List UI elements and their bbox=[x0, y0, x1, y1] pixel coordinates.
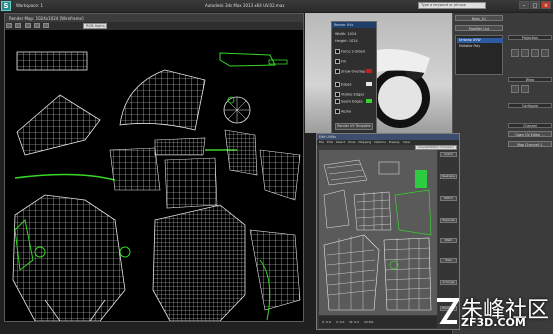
render-window-title: Render Map: 1024x1024 [Wireframe] bbox=[9, 16, 84, 21]
stack-item-unwrap[interactable]: Unwrap UVW bbox=[457, 38, 503, 43]
edges-checkbox[interactable]: Edges bbox=[335, 82, 352, 87]
peel-rollout[interactable]: Peel bbox=[440, 258, 457, 263]
workspace-selector[interactable]: Workspace: 1 bbox=[16, 3, 43, 8]
clear-button[interactable] bbox=[43, 23, 50, 28]
u-coordinate-field[interactable]: U: 0.0 bbox=[322, 320, 331, 324]
maximize-button[interactable]: □ bbox=[530, 1, 540, 9]
channel-dropdown[interactable]: RGB Alpha bbox=[83, 23, 107, 29]
show-overlap-checkbox[interactable]: Show Overlap bbox=[335, 69, 365, 74]
edge-color-swatch[interactable] bbox=[366, 82, 372, 86]
save-image-button[interactable] bbox=[6, 23, 12, 28]
menu-view[interactable]: View bbox=[403, 140, 410, 144]
dialog-titlebar: Render UVs bbox=[332, 22, 376, 28]
seam-color-swatch[interactable] bbox=[366, 99, 372, 103]
explode-rollout[interactable]: Explode bbox=[440, 218, 457, 223]
dialog-title: Render UVs bbox=[334, 23, 354, 27]
projection-planar-button[interactable] bbox=[511, 49, 519, 57]
fill-checkbox[interactable]: Fill bbox=[335, 59, 346, 64]
modifier-stack[interactable]: Unwrap UVW Editable Poly bbox=[455, 35, 503, 75]
uv-wireframe-render bbox=[12, 51, 301, 321]
clone-window-button[interactable] bbox=[24, 23, 31, 28]
visible-edges-checkbox[interactable]: Visible Edges bbox=[335, 92, 364, 97]
projection-cylindrical-button[interactable] bbox=[521, 49, 529, 57]
render-window-titlebar: Render Map: 1024x1024 [Wireframe] bbox=[5, 14, 303, 22]
minimize-button[interactable]: – bbox=[519, 1, 529, 9]
render-uvs-dialog[interactable]: Render UVs Width: 1024 Height: 1024 Forc… bbox=[331, 21, 377, 135]
menu-display[interactable]: Display bbox=[389, 140, 400, 144]
command-panel[interactable]: Body_01 Modifier List Unwrap UVW Editabl… bbox=[452, 13, 553, 334]
alpha-checkbox[interactable]: Alpha bbox=[335, 109, 351, 114]
rollout-wrap[interactable]: Wrap bbox=[508, 77, 552, 82]
menu-options[interactable]: Options bbox=[374, 140, 386, 144]
uv-shell bbox=[16, 51, 88, 71]
app-title-bar: S Workspace: 1 Autodesk 3ds Max 2013 x64… bbox=[0, 0, 553, 12]
force-2sided-checkbox[interactable]: Force 2-Sided bbox=[335, 49, 365, 54]
height-field[interactable]: Height: 1024 bbox=[335, 39, 358, 43]
render-map-window[interactable]: Render Map: 1024x1024 [Wireframe] RGB Al… bbox=[4, 13, 304, 322]
model-shape bbox=[365, 49, 430, 128]
watermark: 朱峰社区 ZF3D.COM bbox=[421, 292, 549, 332]
weld-rollout[interactable]: Weld bbox=[440, 238, 457, 243]
width-field[interactable]: Width: 1024 bbox=[335, 32, 356, 36]
object-name-field[interactable]: Body_01 bbox=[455, 15, 503, 21]
menu-tools[interactable]: Tools bbox=[348, 140, 355, 144]
wrap-spline-button[interactable] bbox=[511, 85, 519, 93]
uv-canvas[interactable] bbox=[319, 150, 437, 315]
open-uv-editor-button[interactable]: Open UV Editor ... bbox=[508, 131, 552, 137]
rollout-configure[interactable]: Configure bbox=[508, 103, 552, 108]
menu-file[interactable]: File bbox=[319, 140, 324, 144]
copy-image-button[interactable] bbox=[15, 23, 22, 28]
quick-transform-rollout[interactable]: Quick Transform bbox=[440, 152, 457, 157]
window-title: Autodesk 3ds Max 2013 x64 UV.02.max bbox=[205, 3, 285, 8]
print-button[interactable] bbox=[33, 23, 40, 28]
seam-edges-checkbox[interactable]: Seam Edges bbox=[335, 99, 363, 104]
uv-canvas-wireframe bbox=[323, 159, 432, 311]
app-logo-icon[interactable]: S bbox=[1, 1, 11, 11]
w-coordinate-field[interactable]: W: 0.0 bbox=[349, 320, 359, 324]
watermark-url: ZF3D.COM bbox=[461, 316, 526, 329]
projection-box-button[interactable] bbox=[541, 49, 549, 57]
id-filter-dropdown[interactable]: All IDs bbox=[364, 320, 373, 324]
search-input[interactable]: Type a keyword or phrase bbox=[418, 2, 486, 9]
uv-editor-status-bar: U: 0.0 V: 0.0 W: 0.0 All IDs bbox=[319, 316, 437, 328]
stack-item-editable-poly[interactable]: Editable Poly bbox=[457, 44, 503, 49]
rollout-channel[interactable]: Channel bbox=[508, 123, 552, 128]
reshape-elements-rollout[interactable]: Reshape Elements bbox=[440, 174, 457, 179]
uv-editor-title: Edit UVWs bbox=[319, 135, 337, 139]
v-coordinate-field[interactable]: V: 0.0 bbox=[336, 320, 345, 324]
wrap-unfold-button[interactable] bbox=[521, 85, 529, 93]
render-uv-template-button[interactable]: Render UV Template bbox=[335, 123, 373, 130]
map-channel-field[interactable]: Map Channel: 1 bbox=[508, 141, 552, 147]
menu-edit[interactable]: Edit bbox=[327, 140, 333, 144]
perspective-viewport[interactable] bbox=[305, 13, 452, 133]
arrange-elements-rollout[interactable]: Arrange Elements bbox=[440, 280, 457, 285]
uv-shell-green bbox=[219, 52, 276, 67]
z-logo-icon bbox=[437, 298, 459, 324]
close-button[interactable]: × bbox=[541, 1, 551, 9]
menu-select[interactable]: Select bbox=[336, 140, 345, 144]
stitch-rollout[interactable]: Stitch bbox=[440, 196, 457, 201]
projection-spherical-button[interactable] bbox=[531, 49, 539, 57]
overlap-color-swatch[interactable] bbox=[366, 69, 372, 73]
render-toolbar: RGB Alpha bbox=[5, 22, 303, 30]
modifier-list-dropdown[interactable]: Modifier List bbox=[455, 25, 503, 31]
menu-mapping[interactable]: Mapping bbox=[358, 140, 371, 144]
rollout-projection[interactable]: Projection bbox=[508, 35, 552, 40]
